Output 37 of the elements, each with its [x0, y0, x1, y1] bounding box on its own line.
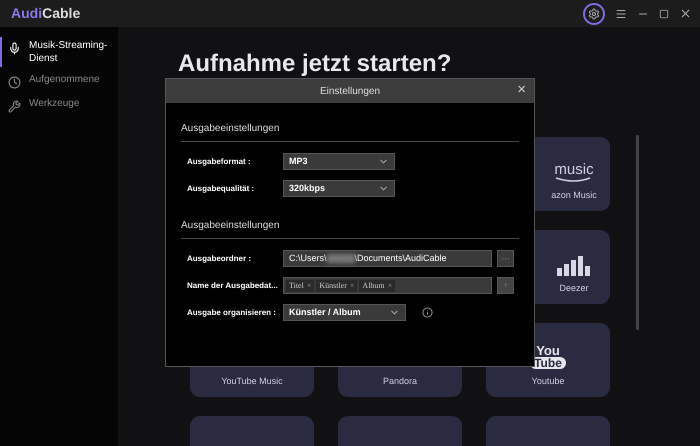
- dialog-title: Einstellungen: [320, 84, 380, 98]
- field-label: Ausgabequalität :: [187, 182, 256, 194]
- browse-button[interactable]: ···: [497, 250, 514, 267]
- section-title: Ausgabeeinstellungen: [181, 218, 519, 239]
- clock-icon: [8, 76, 21, 89]
- settings-icon: [588, 8, 600, 20]
- page-heading: Aufnahme jetzt starten?: [178, 51, 452, 77]
- microphone-icon: [8, 42, 21, 55]
- filename-tag[interactable]: Künstler ×: [316, 280, 358, 292]
- maximize-icon[interactable]: [659, 8, 669, 18]
- add-button: +: [497, 277, 514, 294]
- filename-tags-field[interactable]: Titel × Künstler × Album ×: [283, 277, 492, 294]
- dropdown-select[interactable]: Künstler / Album: [283, 304, 406, 321]
- field-label: Ausgabeordner :: [187, 252, 252, 264]
- folder-path-field[interactable]: C:\Users\ \Documents\AudiCable: [283, 250, 492, 267]
- filename-tag[interactable]: Titel ×: [286, 280, 314, 292]
- amazon-music-logo: music: [554, 162, 594, 182]
- wrench-icon: [8, 100, 21, 113]
- settings-button[interactable]: [583, 2, 605, 24]
- field-label: Ausgabeformat :: [187, 156, 252, 168]
- menu-icon[interactable]: [615, 8, 627, 20]
- field-label: Ausgabe organisieren :: [187, 306, 277, 318]
- dropdown-select[interactable]: 320kbps: [283, 180, 395, 197]
- field-label: Name der Ausgabedat...: [187, 280, 279, 292]
- equalizer-bars-icon: [557, 256, 591, 276]
- section-title: Ausgabeeinstellungen: [181, 121, 519, 142]
- filename-tag[interactable]: Album ×: [359, 280, 396, 292]
- close-button[interactable]: ×: [517, 82, 526, 97]
- close-icon[interactable]: [679, 7, 692, 20]
- info-icon[interactable]: [422, 307, 433, 318]
- dropdown-select[interactable]: MP3: [283, 153, 395, 170]
- scrollbar[interactable]: [636, 135, 639, 330]
- sidebar-item[interactable]: Musik-Streaming-Dienst: [0, 37, 118, 67]
- sidebar-item[interactable]: Aufgenommene: [0, 71, 118, 91]
- app-logo: AudiCable: [11, 4, 80, 23]
- sidebar-item[interactable]: Werkzeuge: [0, 95, 118, 115]
- blurred-username: [326, 254, 355, 263]
